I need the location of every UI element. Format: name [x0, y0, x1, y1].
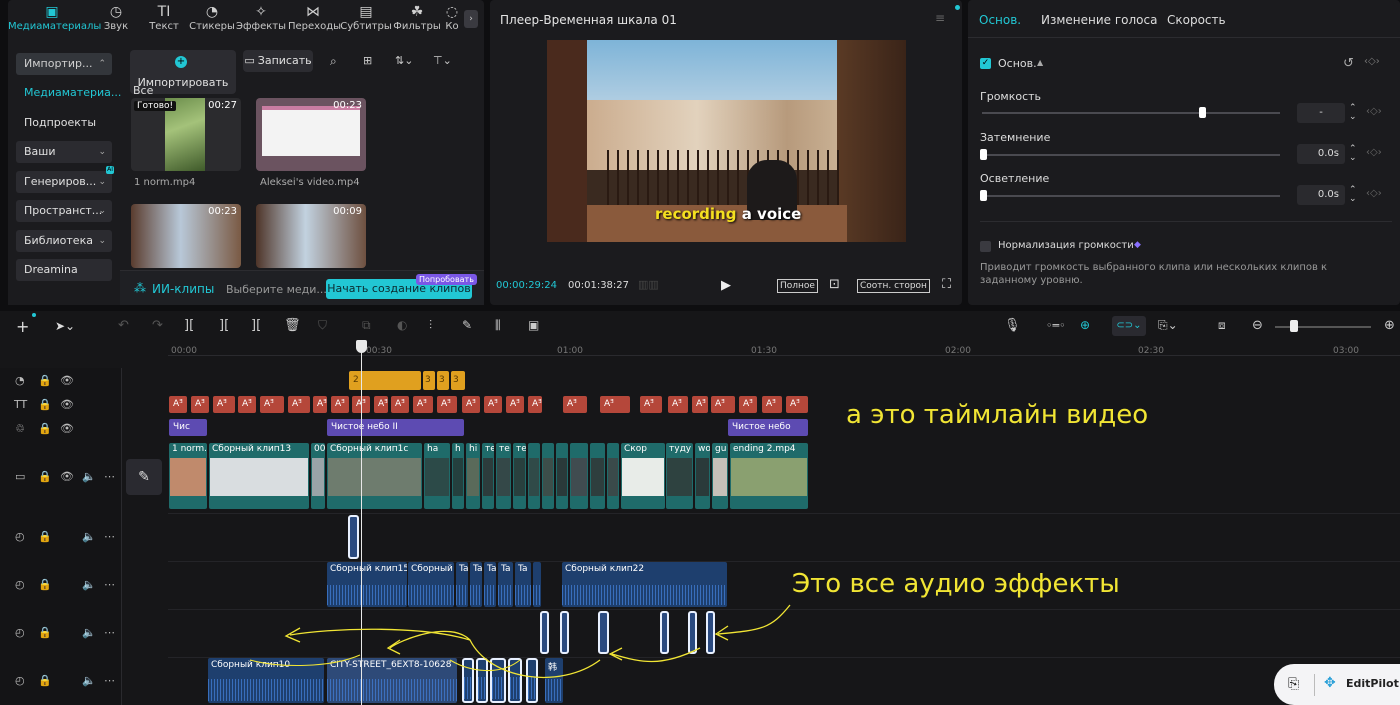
- timeline-annotation: а это таймлайн видео: [846, 400, 1149, 430]
- audio-annotation: Это все аудио эффекты: [792, 569, 1120, 599]
- editpilot-label: EditPilot: [1346, 677, 1399, 690]
- editpilot-widget[interactable]: ⎘ ✥ EditPilot: [1274, 664, 1400, 705]
- feedback-icon[interactable]: ⎘: [1288, 676, 1299, 692]
- editpilot-logo-icon: ✥: [1324, 675, 1336, 691]
- divider: [1314, 674, 1315, 696]
- annotation-arrows: [249, 604, 791, 679]
